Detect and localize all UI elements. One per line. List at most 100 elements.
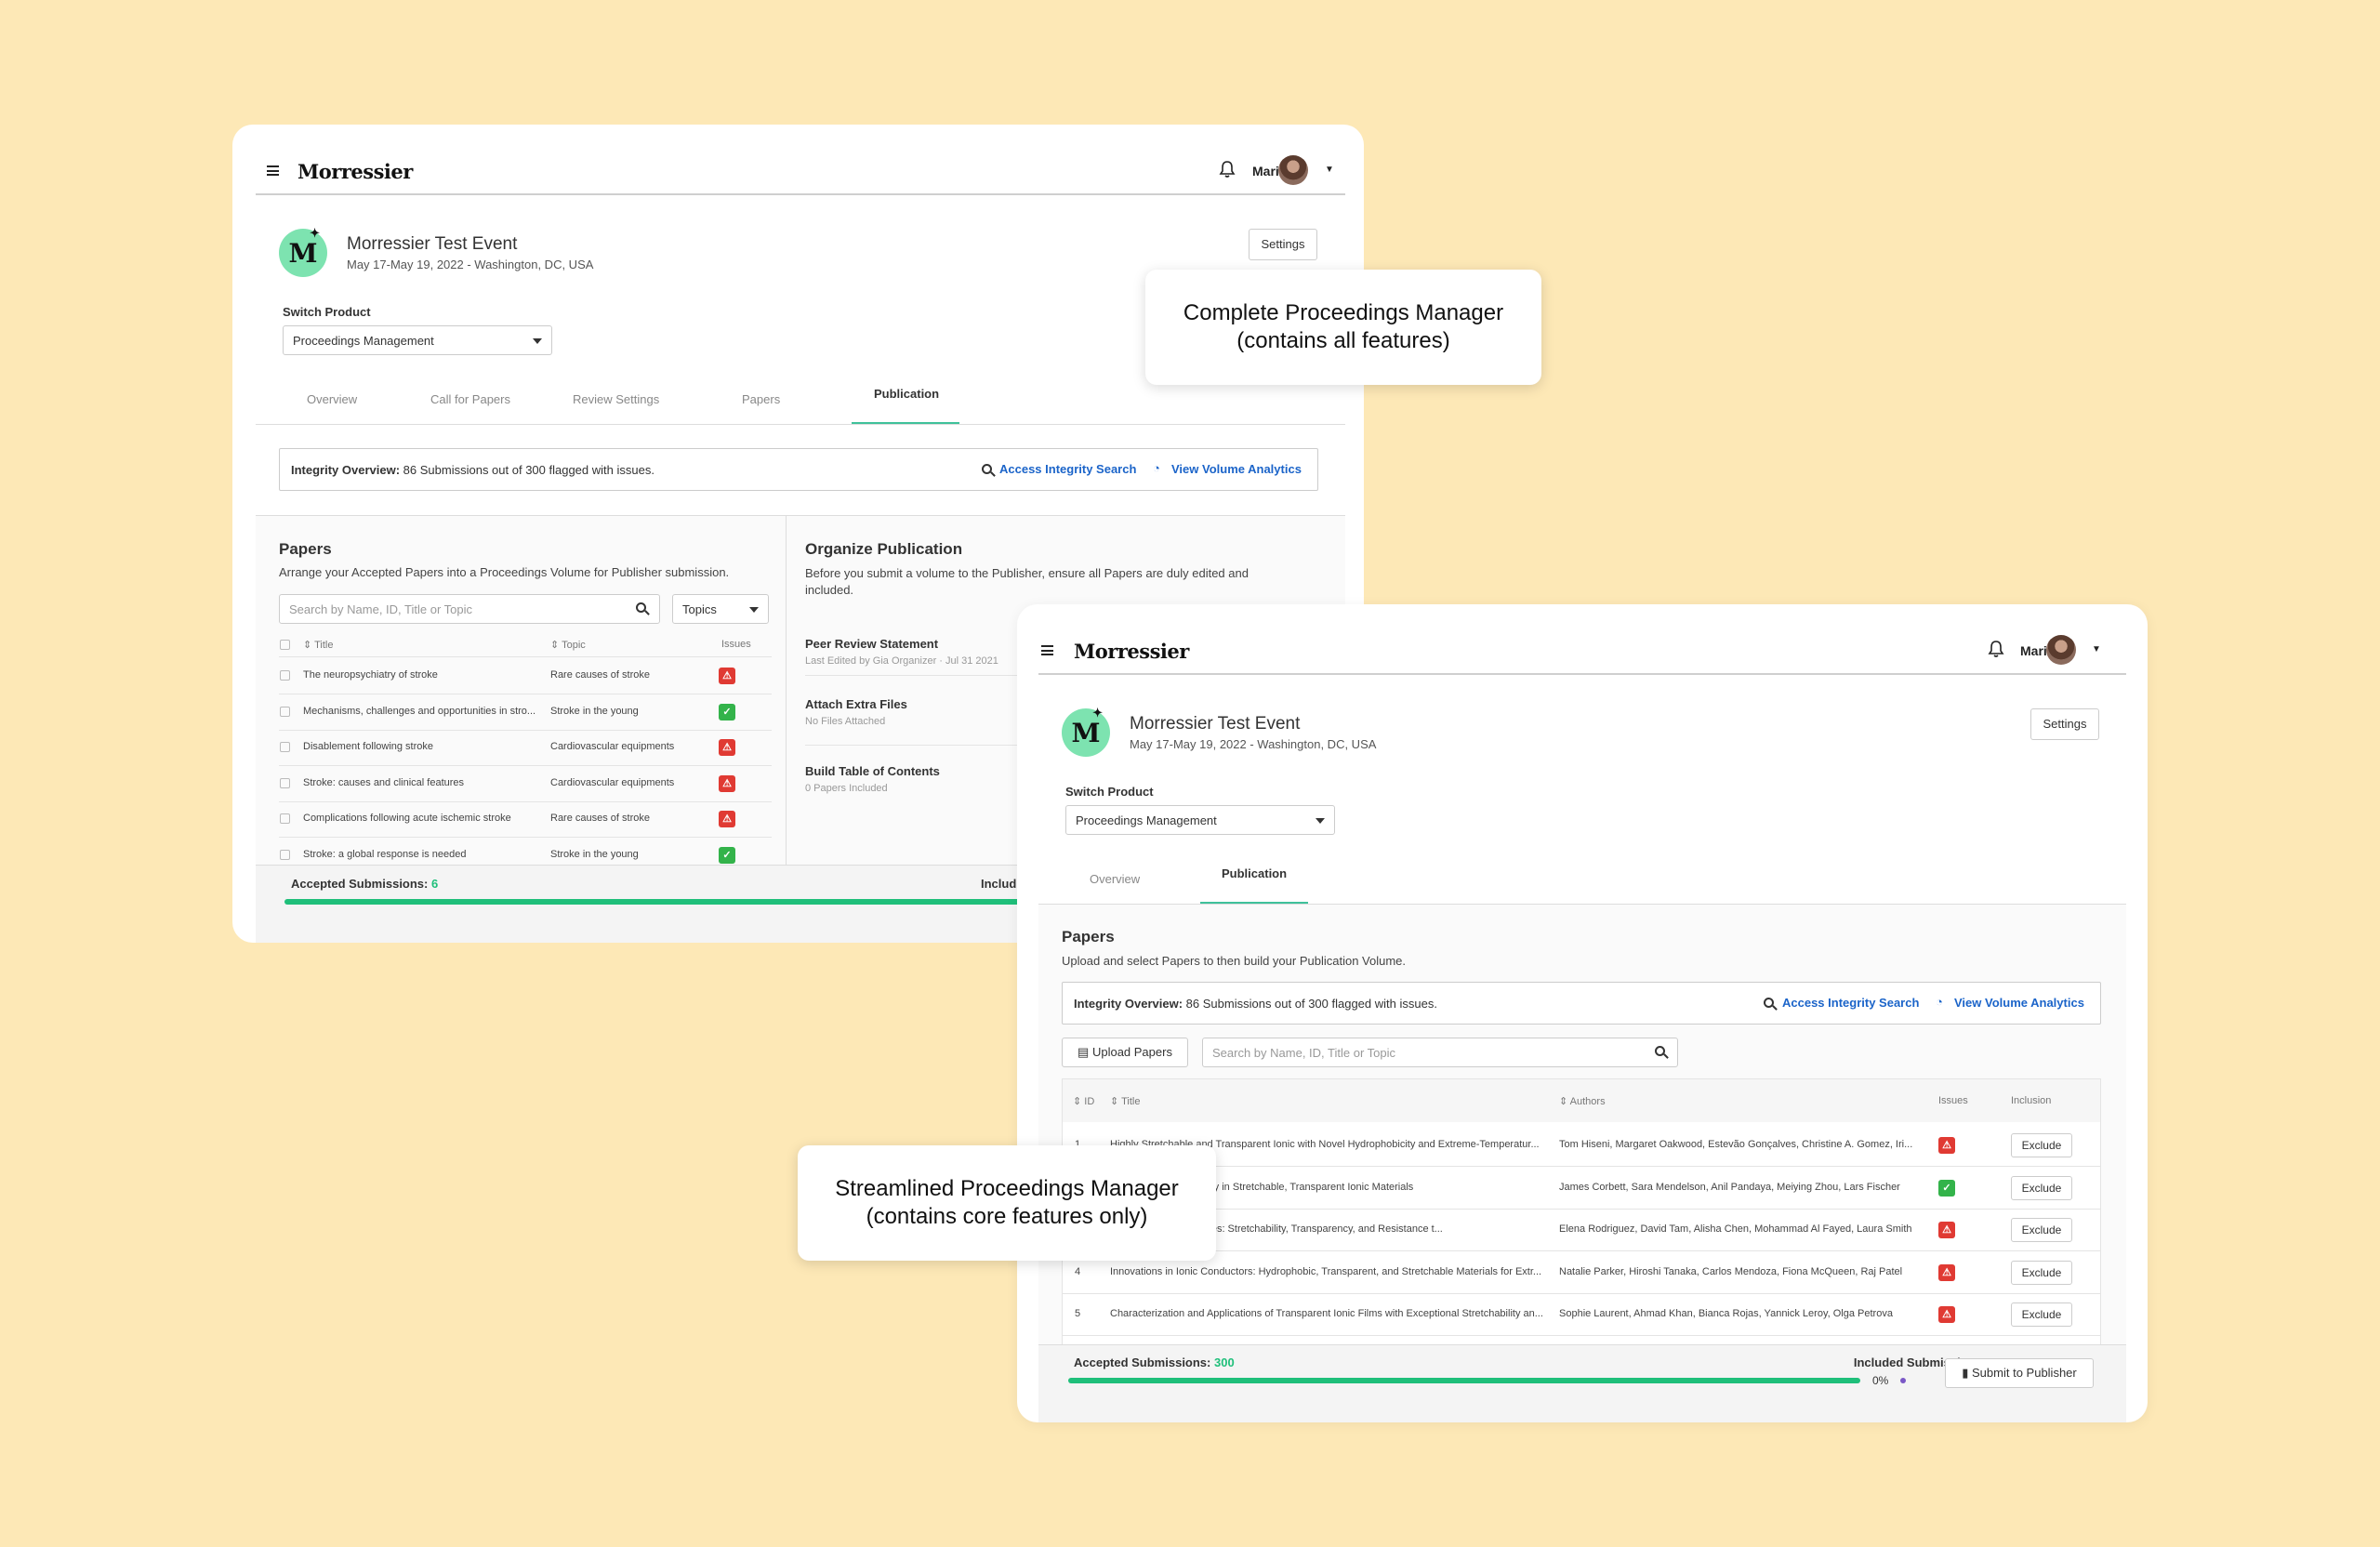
tab-publication[interactable]: Publication — [1222, 866, 1287, 880]
switch-product-label: Switch Product — [1065, 785, 1154, 799]
search-icon — [982, 464, 992, 474]
check-icon[interactable]: ✓ — [1938, 1179, 1955, 1197]
search-icon — [1764, 998, 1774, 1008]
column-topic[interactable]: ⇕ Topic — [550, 639, 586, 651]
chevron-down-icon[interactable]: ▼ — [1325, 165, 1334, 175]
row-title[interactable]: Mechanisms, challenges and opportunities… — [303, 706, 540, 717]
row-checkbox[interactable] — [280, 849, 290, 860]
row-topic: Rare causes of stroke — [550, 669, 650, 681]
warning-icon[interactable]: ⚠ — [1938, 1137, 1955, 1154]
menu-icon[interactable] — [267, 165, 279, 176]
papers-search-input[interactable]: Search by Name, ID, Title or Topic — [279, 594, 660, 624]
row-divider — [1063, 1335, 2100, 1336]
menu-icon[interactable] — [1041, 645, 1053, 655]
papers-description: Arrange your Accepted Papers into a Proc… — [279, 565, 730, 579]
view-volume-analytics-link[interactable]: View Volume Analytics — [1954, 996, 2084, 1010]
row-title[interactable]: Complications following acute ischemic s… — [303, 813, 540, 824]
row-checkbox[interactable] — [280, 777, 290, 788]
warning-icon[interactable]: ⚠ — [719, 811, 735, 827]
row-checkbox[interactable] — [280, 742, 290, 752]
submit-to-publisher-button[interactable]: ▮ Submit to Publisher — [1945, 1358, 2094, 1388]
row-title[interactable]: The neuropsychiatry of stroke — [303, 669, 540, 681]
row-title[interactable]: Stroke: a global response is needed — [303, 849, 540, 860]
warning-icon[interactable]: ⚠ — [1938, 1222, 1955, 1238]
search-icon[interactable] — [636, 602, 646, 613]
search-icon[interactable] — [1655, 1046, 1665, 1056]
attach-files-title[interactable]: Attach Extra Files — [805, 697, 907, 711]
build-toc-title[interactable]: Build Table of Contents — [805, 764, 940, 778]
warning-icon[interactable]: ⚠ — [1938, 1263, 1955, 1281]
streamlined-manager-callout: Streamlined Proceedings Manager (contain… — [798, 1145, 1216, 1261]
included-submissions-partial: Includ — [981, 877, 1017, 891]
row-divider — [1063, 1208, 2100, 1210]
analytics-icon: ◔ — [1936, 995, 1943, 1009]
row-checkbox[interactable] — [280, 706, 290, 717]
check-icon[interactable]: ✓ — [719, 703, 735, 721]
upload-papers-button[interactable]: ▤ Upload Papers — [1062, 1038, 1188, 1067]
row-authors: James Corbett, Sara Mendelson, Anil Pand… — [1559, 1181, 1900, 1193]
row-title[interactable]: Characterization and Applications of Tra… — [1110, 1308, 1547, 1319]
tab-papers[interactable]: Papers — [742, 392, 780, 406]
row-topic: Stroke in the young — [550, 848, 639, 860]
row-divider — [1063, 1250, 2100, 1251]
document-icon: ▤ — [1078, 1045, 1090, 1059]
column-title[interactable]: ⇕ Title — [1110, 1095, 1140, 1107]
access-integrity-search-link[interactable]: Access Integrity Search — [1782, 996, 1919, 1010]
exclude-button[interactable]: Exclude — [2011, 1302, 2072, 1327]
row-authors: Natalie Parker, Hiroshi Tanaka, Carlos M… — [1559, 1265, 1903, 1277]
settings-button[interactable]: Settings — [2030, 708, 2099, 740]
row-title[interactable]: Innovations in Ionic Conductors: Hydroph… — [1110, 1266, 1547, 1277]
row-divider — [1063, 1292, 2100, 1294]
access-integrity-search-link[interactable]: Access Integrity Search — [999, 462, 1136, 476]
switch-product-label: Switch Product — [283, 305, 371, 319]
event-name: Morressier Test Event — [347, 234, 518, 254]
select-all-checkbox[interactable] — [280, 640, 290, 650]
warning-icon[interactable]: ⚠ — [719, 739, 735, 756]
tab-overview[interactable]: Overview — [307, 392, 357, 406]
integrity-text: 86 Submissions out of 300 flagged with i… — [1185, 997, 1437, 1011]
chevron-down-icon[interactable]: ▼ — [2092, 644, 2101, 654]
event-name: Morressier Test Event — [1130, 714, 1301, 734]
row-authors: Sophie Laurent, Ahmad Khan, Bianca Rojas… — [1559, 1308, 1893, 1319]
warning-icon[interactable]: ⚠ — [719, 668, 735, 684]
callout-subtitle: (contains core features only) — [866, 1204, 1148, 1229]
row-title[interactable]: Disablement following stroke — [303, 741, 540, 752]
switch-product-select[interactable]: Proceedings Management — [1065, 805, 1335, 835]
check-icon[interactable]: ✓ — [719, 846, 735, 864]
exclude-button[interactable]: Exclude — [2011, 1133, 2072, 1157]
tab-overview[interactable]: Overview — [1090, 872, 1140, 886]
row-checkbox[interactable] — [280, 813, 290, 824]
column-id[interactable]: ⇕ ID — [1073, 1095, 1094, 1107]
warning-icon[interactable]: ⚠ — [719, 774, 735, 792]
row-title[interactable]: Stroke: causes and clinical features — [303, 777, 540, 788]
peer-review-title[interactable]: Peer Review Statement — [805, 637, 938, 651]
exclude-button[interactable]: Exclude — [2011, 1260, 2072, 1285]
column-authors[interactable]: ⇕ Authors — [1559, 1095, 1606, 1107]
tab-review-settings[interactable]: Review Settings — [573, 392, 659, 406]
topics-select[interactable]: Topics — [672, 594, 769, 624]
bell-icon[interactable] — [1219, 160, 1236, 178]
settings-button[interactable]: Settings — [1249, 229, 1317, 260]
exclude-button[interactable]: Exclude — [2011, 1175, 2072, 1200]
callout-title: Complete Proceedings Manager — [1183, 300, 1504, 325]
view-volume-analytics-link[interactable]: View Volume Analytics — [1171, 462, 1302, 476]
papers-search-input[interactable]: Search by Name, ID, Title or Topic — [1202, 1038, 1678, 1067]
row-authors: Tom Hiseni, Margaret Oakwood, Estevão Go… — [1559, 1139, 1913, 1150]
avatar[interactable] — [2046, 635, 2076, 665]
tab-publication[interactable]: Publication — [874, 387, 939, 401]
warning-icon[interactable]: ⚠ — [1938, 1306, 1955, 1323]
integrity-label: Integrity Overview: — [291, 463, 401, 477]
bell-icon[interactable] — [1988, 640, 2004, 658]
tab-call-for-papers[interactable]: Call for Papers — [430, 392, 510, 406]
exclude-button[interactable]: Exclude — [2011, 1218, 2072, 1242]
column-title[interactable]: ⇕ Title — [303, 639, 333, 651]
row-checkbox[interactable] — [280, 670, 290, 681]
callout-title: Streamlined Proceedings Manager — [835, 1176, 1179, 1201]
switch-product-select[interactable]: Proceedings Management — [283, 325, 552, 355]
integrity-text: 86 Submissions out of 300 flagged with i… — [403, 463, 654, 477]
papers-description: Upload and select Papers to then build y… — [1062, 954, 1407, 968]
progress-bar — [1068, 1378, 1860, 1383]
topics-value: Topics — [682, 602, 717, 616]
avatar[interactable] — [1278, 155, 1308, 185]
tabs-divider — [256, 424, 1345, 425]
